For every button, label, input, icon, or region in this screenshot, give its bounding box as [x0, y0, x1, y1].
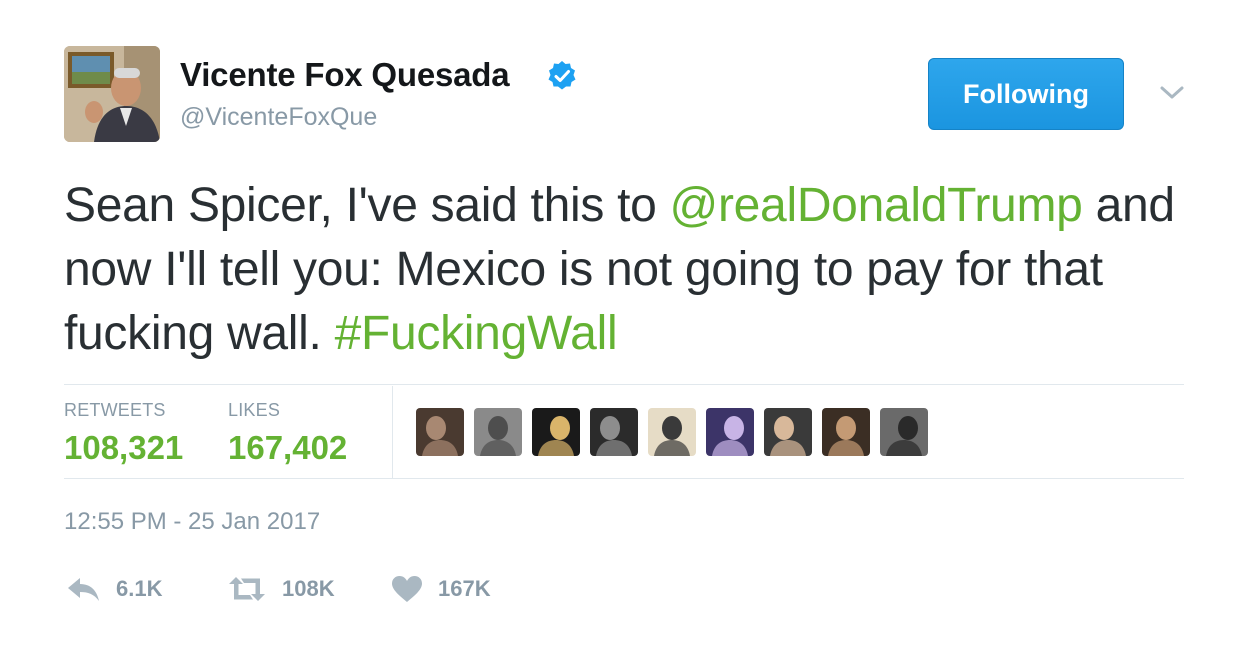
liker-avatar-1[interactable] — [416, 408, 464, 456]
liker-avatar-6[interactable] — [706, 408, 754, 456]
avatar-photo-icon — [880, 408, 928, 456]
verified-badge-icon — [548, 61, 576, 90]
avatar-photo-icon — [764, 408, 812, 456]
avatar-photo-icon — [532, 408, 580, 456]
chevron-down-icon[interactable] — [1158, 80, 1186, 104]
divider — [64, 478, 1184, 479]
mention-link[interactable]: @realDonaldTrump — [670, 179, 1083, 232]
liker-avatar-8[interactable] — [822, 408, 870, 456]
avatar-photo-icon — [590, 408, 638, 456]
likes-value: 167,402 — [228, 429, 348, 466]
avatar-photo-icon — [416, 408, 464, 456]
liker-avatar-2[interactable] — [474, 408, 522, 456]
divider — [64, 384, 1184, 385]
likes-stat[interactable]: LIKES 167,402 — [228, 400, 347, 467]
reply-icon — [68, 578, 99, 601]
author-avatar[interactable] — [64, 46, 160, 142]
liker-avatar-3[interactable] — [532, 408, 580, 456]
following-button[interactable]: Following — [928, 58, 1124, 130]
liker-avatar-7[interactable] — [764, 408, 812, 456]
profile-photo-icon — [64, 46, 160, 142]
author-name[interactable]: Vicente Fox Quesada — [180, 56, 510, 94]
reply-count: 6.1K — [116, 576, 163, 601]
avatar-photo-icon — [648, 408, 696, 456]
retweet-button[interactable]: 108K — [226, 574, 335, 604]
stats-separator — [392, 386, 393, 478]
avatar-photo-icon — [822, 408, 870, 456]
retweet-icon — [229, 577, 265, 601]
liker-avatar-5[interactable] — [648, 408, 696, 456]
like-button[interactable]: 167K — [390, 574, 491, 604]
liker-avatar-9[interactable] — [880, 408, 928, 456]
retweets-label: RETWEETS — [64, 400, 166, 420]
author-handle[interactable]: @VicenteFoxQue — [180, 103, 377, 132]
hashtag-link[interactable]: #FuckingWall — [335, 307, 618, 360]
retweet-count: 108K — [282, 576, 335, 601]
liker-avatars — [416, 408, 928, 456]
tweet-timestamp[interactable]: 12:55 PM - 25 Jan 2017 — [64, 508, 320, 536]
retweets-stat[interactable]: RETWEETS 108,321 — [64, 400, 183, 467]
liker-avatar-4[interactable] — [590, 408, 638, 456]
reply-button[interactable]: 6.1K — [66, 574, 162, 604]
tweet-card: Vicente Fox Quesada @VicenteFoxQue Follo… — [0, 0, 1234, 652]
tweet-text-part: Sean Spicer, I've said this to — [64, 179, 670, 232]
retweets-value: 108,321 — [64, 429, 184, 466]
avatar-photo-icon — [706, 408, 754, 456]
tweet-text: Sean Spicer, I've said this to @realDona… — [64, 174, 1184, 366]
heart-icon — [392, 576, 422, 602]
avatar-photo-icon — [474, 408, 522, 456]
likes-label: LIKES — [228, 400, 281, 420]
like-count: 167K — [438, 576, 491, 601]
